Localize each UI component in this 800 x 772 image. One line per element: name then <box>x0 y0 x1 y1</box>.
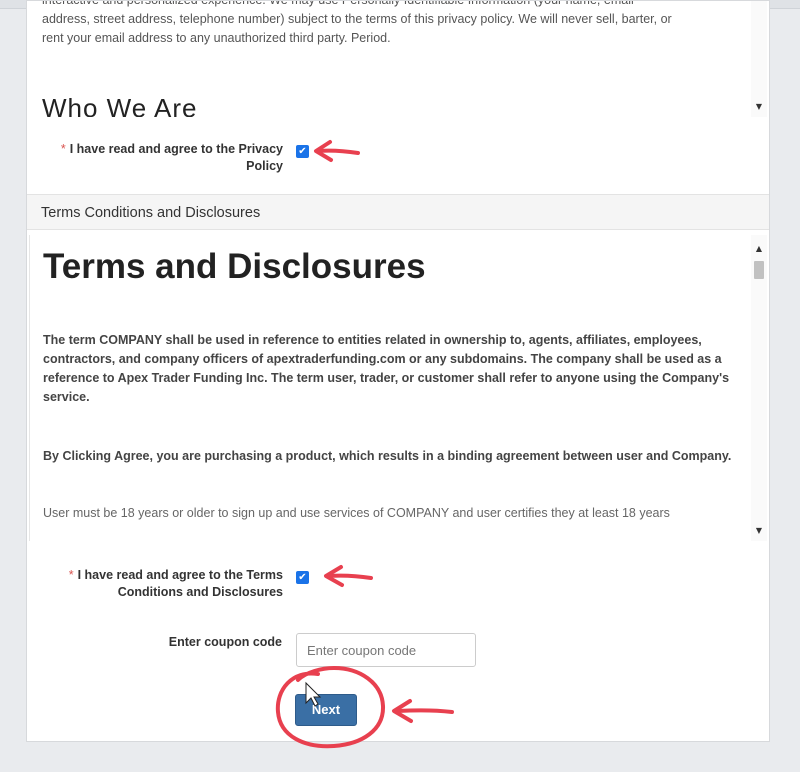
privacy-agree-row: * I have read and agree to the Privacy Po… <box>27 141 317 181</box>
privacy-policy-scrollbox[interactable]: interactive and personalized experience.… <box>29 1 767 117</box>
terms-agree-row: * I have read and agree to the Terms Cond… <box>27 567 317 607</box>
privacy-text-line: address, street address, telephone numbe… <box>42 12 672 26</box>
terms-section-header: Terms Conditions and Disclosures <box>27 194 769 230</box>
privacy-agree-text: I have read and agree to the Privacy Pol… <box>69 142 283 173</box>
terms-paragraph: By Clicking Agree, you are purchasing a … <box>43 449 732 463</box>
scroll-down-arrow-icon[interactable]: ▼ <box>751 525 767 537</box>
privacy-agree-checkbox[interactable]: ✔ <box>296 145 309 158</box>
privacy-policy-text: interactive and personalized experience.… <box>42 1 742 48</box>
terms-paragraph: The term COMPANY shall be used in refere… <box>43 333 730 404</box>
terms-scrollbox[interactable]: Terms and Disclosures The term COMPANY s… <box>29 235 767 541</box>
privacy-section-heading: Who We Are <box>42 93 198 117</box>
scroll-down-arrow-icon[interactable]: ▼ <box>751 101 767 113</box>
required-marker: * <box>60 142 66 156</box>
terms-agree-text: I have read and agree to the Terms Condi… <box>77 568 283 599</box>
signup-form-card: interactive and personalized experience.… <box>26 0 770 742</box>
terms-scrollbar[interactable]: ▲ ▼ <box>751 235 767 541</box>
scrollbar-thumb[interactable] <box>754 261 764 279</box>
privacy-text-line: rent your email address to any unauthori… <box>42 31 391 45</box>
scroll-up-arrow-icon[interactable]: ▲ <box>751 243 767 255</box>
terms-agree-checkbox[interactable]: ✔ <box>296 571 309 584</box>
next-button[interactable]: Next <box>295 694 357 726</box>
terms-paragraph: User must be 18 years or older to sign u… <box>43 506 670 520</box>
privacy-scrollbar[interactable]: ▼ <box>751 1 767 117</box>
required-marker: * <box>68 568 74 582</box>
coupon-code-input[interactable] <box>296 633 476 667</box>
terms-title: Terms and Disclosures <box>43 247 426 286</box>
terms-content: Terms and Disclosures The term COMPANY s… <box>43 245 745 523</box>
coupon-code-label: Enter coupon code <box>168 635 282 649</box>
privacy-agree-label: * I have read and agree to the Privacy Po… <box>23 141 283 175</box>
terms-agree-label: * I have read and agree to the Terms Cond… <box>23 567 283 601</box>
privacy-text-line: interactive and personalized experience.… <box>42 1 742 10</box>
